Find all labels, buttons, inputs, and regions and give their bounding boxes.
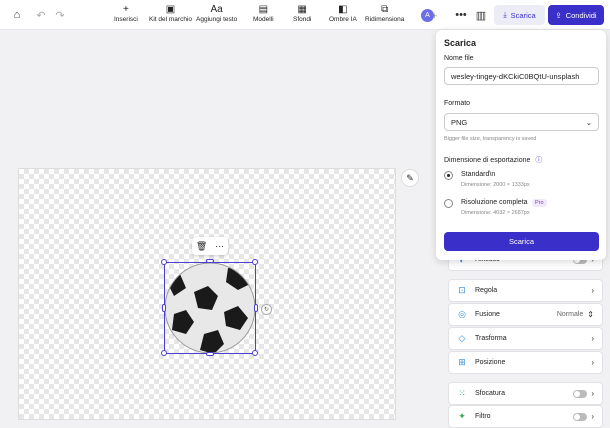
panel-title: Scarica [444,38,477,48]
panel-download-button[interactable]: Scarica [444,232,599,251]
chevron-right-icon: › [591,389,594,398]
resize-icon: ⧉ [381,4,389,15]
filter-icon: ✦ [458,411,466,421]
tool-inserisci[interactable]: + Inserisci [114,4,138,23]
resize-handle[interactable] [254,304,258,312]
tool-kit-marchio[interactable]: ▣ Kit del marchio [149,4,192,23]
rotate-icon[interactable]: ↻ [261,304,272,315]
radio-standard[interactable] [444,171,453,180]
blur-toggle[interactable] [573,389,588,398]
resize-handle[interactable] [252,259,258,265]
row-regola[interactable]: ⊡ Regola › [448,279,603,302]
context-toolbar: 🗑 ⋯ [192,237,228,255]
magic-edit-icon[interactable]: ✎ [401,169,419,187]
trash-icon[interactable]: 🗑 [196,241,207,252]
resize-handle[interactable] [162,304,166,312]
blend-icon: ◎ [458,309,466,319]
more-options-icon[interactable]: ⋯ [215,241,224,252]
tool-aggiungi-testo[interactable]: Aa Aggiungi testo [196,4,237,23]
image-selection[interactable] [164,262,256,354]
resize-handle[interactable] [206,352,214,356]
undo-icon[interactable]: ↶ [34,8,48,22]
info-icon[interactable]: ⓘ [535,157,542,164]
template-icon: ▤ [258,4,269,15]
plus-icon: + [123,4,129,15]
option-standard-size: Dimensione: 2000 × 1333px [461,182,530,188]
tool-ridimensiona[interactable]: ⧉ Ridimensiona [365,4,404,23]
blur-icon: ⁙ [458,388,466,398]
resize-handle[interactable] [252,350,258,356]
chevron-right-icon: › [591,358,594,367]
share-icon: ⇪ [555,10,562,20]
option-standard-label: Standard\n [461,171,496,178]
dimension-label: Dimensione di esportazione ⓘ [444,157,543,164]
resize-handle[interactable] [161,259,167,265]
filename-input[interactable]: wesley-tingey-dKCkiC0BQtU-unsplash [444,67,599,85]
shadow-icon: ◧ [338,4,348,15]
format-label: Formato [444,100,471,107]
layers-panel-icon[interactable]: ▥ [474,8,488,22]
row-trasforma[interactable]: ◇ Trasforma › [448,327,603,350]
top-toolbar: ⌂ ↶ ↷ + Inserisci ▣ Kit del marchio Aa A… [0,0,610,30]
transform-icon: ◇ [458,333,466,343]
radio-full-resolution[interactable] [444,199,453,208]
row-fusione[interactable]: ◎ Fusione Normale ⇕ [448,303,603,326]
tool-sfondi[interactable]: ▦ Sfondi [293,4,311,23]
resize-handle[interactable] [161,350,167,356]
more-icon[interactable]: ••• [454,8,468,22]
brand-kit-icon: ▣ [165,4,176,15]
resize-handle[interactable] [206,259,214,263]
background-icon: ▦ [297,4,307,15]
pro-badge: Pro [532,199,547,207]
home-icon[interactable]: ⌂ [10,8,24,22]
chevron-right-icon: › [591,412,594,421]
tool-modelli[interactable]: ▤ Modelli [253,4,274,23]
download-panel: Scarica Nome file wesley-tingey-dKCkiC0B… [436,30,606,260]
download-button[interactable]: ⤓ Scarica [494,5,545,25]
chevron-updown-icon: ⇕ [587,310,594,319]
format-hint: Bigger file size, transparency is saved [444,136,537,142]
row-filtro[interactable]: ✦ Filtro › [448,405,603,428]
position-icon: ⊞ [458,357,466,367]
chevron-down-icon: ⌄ [585,117,592,127]
chevron-right-icon: › [591,286,594,295]
row-posizione[interactable]: ⊞ Posizione › [448,351,603,374]
filename-label: Nome file [444,55,474,62]
option-full-size: Dimensione: 4032 × 2687px [461,210,530,216]
format-select[interactable]: PNG ⌄ [444,113,599,131]
row-sfocatura[interactable]: ⁙ Sfocatura › [448,382,603,405]
redo-icon[interactable]: ↷ [53,8,67,22]
filter-toggle[interactable] [573,412,588,421]
share-button[interactable]: ⇪ Condividi [548,5,604,25]
tool-ombre-ia[interactable]: ◧ Ombre IA [329,4,357,23]
option-full-label: Risoluzione completa [461,199,528,206]
text-icon: Aa [210,4,223,15]
adjust-icon: ⊡ [458,285,466,295]
chevron-right-icon: › [591,334,594,343]
download-icon: ⤓ [503,10,507,19]
add-collaborator-icon[interactable]: + [432,9,443,22]
